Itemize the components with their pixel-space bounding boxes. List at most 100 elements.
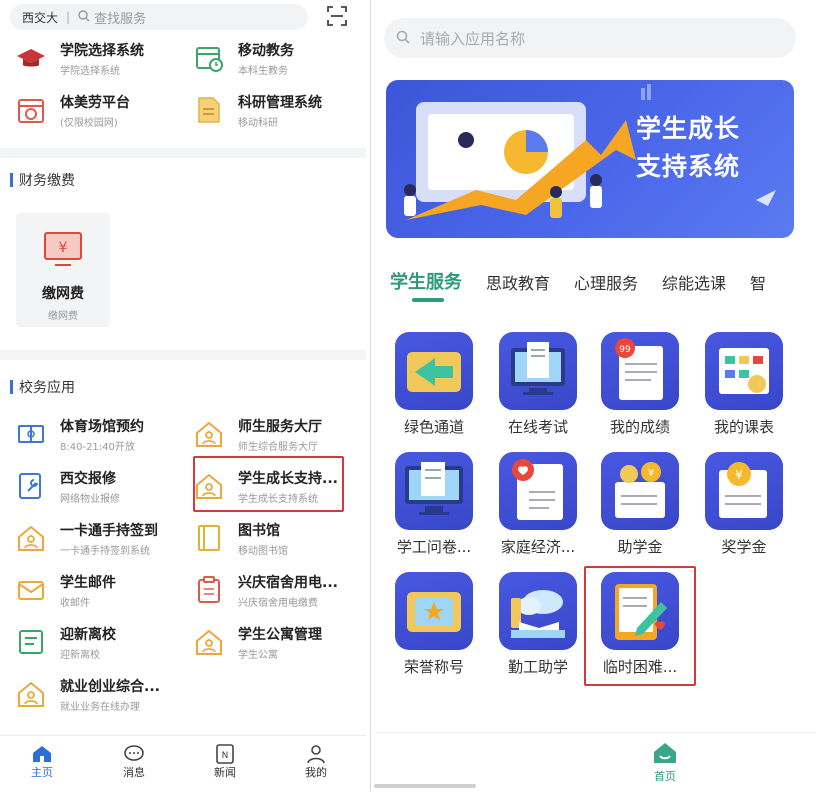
app-library[interactable]: 图书馆 移动图书馆	[194, 518, 366, 558]
app-subtitle: 兴庆宿舍用电缴费	[238, 597, 318, 609]
tile-label: 家庭经济...	[500, 538, 576, 556]
book-icon	[194, 523, 224, 553]
app-repair[interactable]: 西交报修网络物业报修	[16, 466, 191, 506]
tile-family-economy[interactable]: 家庭经济...	[492, 452, 584, 557]
user-icon	[305, 744, 327, 764]
survey-icon	[395, 452, 473, 530]
clipboard-icon	[194, 575, 224, 605]
app-subtitle: 收邮件	[60, 597, 90, 609]
app-title: 体育场馆预约	[60, 418, 144, 435]
family-economy-icon	[499, 452, 577, 530]
section-divider	[0, 148, 366, 158]
app-title: 师生服务大厅	[238, 418, 322, 435]
app-title: 学生邮件	[60, 574, 116, 591]
tile-label: 荣誉称号	[403, 658, 464, 676]
app-subtitle: 学院选择系统	[60, 65, 120, 77]
nav-profile[interactable]: 我的	[286, 744, 346, 780]
nav-messages[interactable]: 消息	[104, 744, 164, 780]
horizontal-scrollbar[interactable]	[374, 784, 476, 788]
app-stadium-booking[interactable]: 体育场馆预约 8:40-21:40开放	[16, 414, 191, 454]
tile-grant[interactable]: ¥ 助学金	[594, 452, 686, 557]
app-college-selection[interactable]: 学院选择系统 学院选择系统	[16, 38, 191, 78]
app-network-fee[interactable]: ¥ 缴网费 缴网费	[16, 213, 110, 327]
nav-home[interactable]: 主页	[12, 744, 72, 780]
online-exam-icon	[499, 332, 577, 410]
tile-label: 勤工助学	[507, 658, 568, 676]
divider: |	[66, 10, 71, 24]
home-person-icon	[16, 679, 46, 709]
app-title: 科研管理系统	[238, 94, 322, 111]
tile-label: 助学金	[617, 538, 663, 556]
app-subtitle: 缴网费	[48, 311, 78, 322]
app-title: 兴庆宿舍用电...	[238, 574, 338, 591]
banner[interactable]: 学生成长 支持系统	[386, 80, 794, 238]
svg-text:¥: ¥	[648, 468, 654, 479]
app-subtitle: 移动科研	[238, 117, 278, 129]
app-title: 西交报修	[60, 470, 116, 487]
tile-label: 在线考试	[507, 418, 568, 436]
tile-my-schedule[interactable]: 我的课表	[698, 332, 790, 437]
app-apartment-management[interactable]: 学生公寓管理 学生公寓	[194, 622, 366, 662]
tile-honor-title[interactable]: 荣誉称号	[388, 572, 480, 677]
wrench-doc-icon	[16, 471, 46, 501]
tab-more[interactable]: 智	[750, 270, 766, 294]
yen-monitor-icon: ¥	[41, 227, 85, 271]
app-research-management[interactable]: 科研管理系统移动科研	[194, 90, 366, 130]
graduation-cap-icon	[16, 43, 46, 73]
app-subtitle: 师生综合服务大厅	[238, 441, 318, 453]
app-subtitle: 网络物业报修	[60, 493, 120, 505]
svg-text:¥: ¥	[59, 240, 68, 256]
honor-icon	[395, 572, 473, 650]
tab-student-services[interactable]: 学生服务	[390, 268, 462, 294]
app-title: 体美劳平台	[60, 94, 130, 111]
nav-label: 新闻	[214, 766, 236, 779]
tab-psychological-services[interactable]: 心理服务	[574, 270, 638, 294]
tile-label: 我的成绩	[609, 418, 670, 436]
grant-icon: ¥	[601, 452, 679, 530]
app-card-checkin[interactable]: 一卡通手持签到一卡通手持签到系统	[16, 518, 191, 558]
tab-ideological-education[interactable]: 思政教育	[486, 270, 550, 294]
app-mobile-academic[interactable]: 移动教务 本科生教务	[194, 38, 366, 78]
app-subtitle: 本科生教务	[238, 65, 288, 77]
app-title: 移动教务	[238, 42, 294, 59]
tile-my-grades[interactable]: 99 我的成绩	[594, 332, 686, 437]
nav-news[interactable]: N 新闻	[195, 744, 255, 780]
app-search-bar[interactable]: 请输入应用名称	[384, 18, 796, 58]
tile-online-exam[interactable]: 在线考试	[492, 332, 584, 437]
app-title: 图书馆	[238, 522, 280, 539]
chat-icon	[123, 744, 145, 764]
app-title: 缴网费	[42, 286, 84, 302]
app-sports-arts-labor[interactable]: 体美劳平台 (仅限校园网)	[16, 90, 191, 130]
app-student-mail[interactable]: 学生邮件 收邮件	[16, 570, 191, 610]
app-service-hall[interactable]: 师生服务大厅师生综合服务大厅	[194, 414, 366, 454]
nav-home[interactable]: 首页	[652, 741, 678, 784]
app-welcome-leave[interactable]: 迎新离校 迎新离校	[16, 622, 191, 662]
nav-label: 首页	[654, 770, 676, 783]
campus-label[interactable]: 西交大	[22, 9, 58, 26]
scan-icon[interactable]	[326, 5, 348, 27]
category-tabs: 学生服务 思政教育 心理服务 综能选课 智	[390, 268, 790, 294]
app-subtitle: 一卡通手持签到系统	[60, 545, 150, 557]
scholarship-icon: ¥	[705, 452, 783, 530]
tile-survey[interactable]: 学工问卷...	[388, 452, 480, 557]
search-bar[interactable]: 西交大 | 查找服务	[10, 4, 308, 30]
stadium-icon	[16, 419, 46, 449]
schedule-icon	[705, 332, 783, 410]
search-placeholder: 请输入应用名称	[420, 29, 526, 48]
nav-label: 消息	[123, 766, 145, 779]
app-title: 一卡通手持签到	[60, 522, 158, 539]
section-title-school: 校务应用	[10, 377, 75, 397]
tab-course-selection[interactable]: 综能选课	[662, 270, 726, 294]
app-subtitle: 学生公寓	[238, 649, 278, 661]
tile-scholarship[interactable]: ¥ 奖学金	[698, 452, 790, 557]
section-title-finance: 财务缴费	[10, 170, 75, 190]
app-employment[interactable]: 就业创业综合... 就业业务在线办理	[16, 674, 191, 714]
app-dorm-electricity[interactable]: 兴庆宿舍用电... 兴庆宿舍用电缴费	[194, 570, 366, 610]
tile-green-channel[interactable]: 绿色通道	[388, 332, 480, 437]
calendar-clock-icon	[194, 43, 224, 73]
tile-work-study[interactable]: 勤工助学	[492, 572, 584, 677]
highlight-box	[584, 566, 696, 686]
app-subtitle: (仅限校园网)	[60, 117, 118, 129]
svg-text:99: 99	[619, 345, 631, 355]
search-icon	[78, 9, 90, 25]
